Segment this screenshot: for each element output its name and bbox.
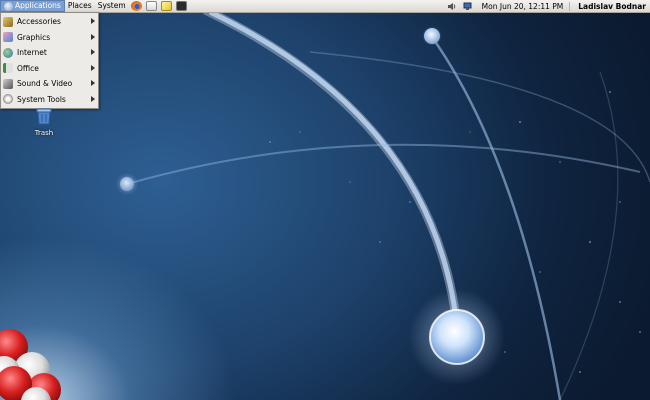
accessories-icon — [3, 16, 13, 27]
submenu-arrow-icon — [91, 95, 95, 102]
mail-icon[interactable] — [145, 1, 157, 11]
submenu-arrow-icon — [91, 64, 95, 71]
menu-item-office[interactable]: Office — [1, 61, 98, 77]
clock[interactable]: Mon Jun 20, 12:11 PM — [476, 2, 570, 11]
menu-item-internet[interactable]: Internet — [1, 45, 98, 61]
molecule-graphic — [0, 329, 61, 400]
menu-item-accessories[interactable]: Accessories — [1, 14, 98, 30]
notes-icon[interactable] — [160, 1, 172, 11]
volume-icon[interactable] — [447, 2, 457, 11]
office-icon — [3, 63, 13, 74]
system-tools-icon — [3, 94, 13, 105]
applications-menu-button[interactable]: Applications — [0, 0, 65, 12]
menu-item-system-tools[interactable]: System Tools — [1, 92, 98, 108]
desktop-icon-trash[interactable]: Trash — [28, 106, 60, 137]
terminal-icon[interactable] — [175, 1, 187, 11]
submenu-arrow-icon — [91, 49, 95, 55]
menu-item-sound-video[interactable]: Sound & Video — [1, 76, 98, 92]
applications-dropdown: Accessories Graphics Internet Office Sou… — [0, 12, 99, 109]
system-menu-button[interactable]: System — [95, 0, 129, 12]
submenu-arrow-icon — [91, 18, 95, 24]
places-menu-button[interactable]: Places — [65, 0, 95, 12]
gnome-foot-icon — [4, 1, 13, 11]
submenu-arrow-icon — [91, 80, 95, 86]
network-icon[interactable] — [463, 2, 473, 11]
firefox-icon[interactable] — [130, 1, 142, 11]
sound-video-icon — [3, 78, 13, 89]
user-switcher[interactable]: Ladislav Bodnar — [569, 1, 650, 11]
trash-label: Trash — [34, 129, 54, 137]
applications-label: Applications — [15, 1, 61, 10]
internet-icon — [3, 47, 13, 58]
graphics-icon — [3, 32, 13, 43]
menu-item-graphics[interactable]: Graphics — [1, 30, 98, 46]
submenu-arrow-icon — [91, 33, 95, 40]
trash-icon — [36, 108, 52, 125]
